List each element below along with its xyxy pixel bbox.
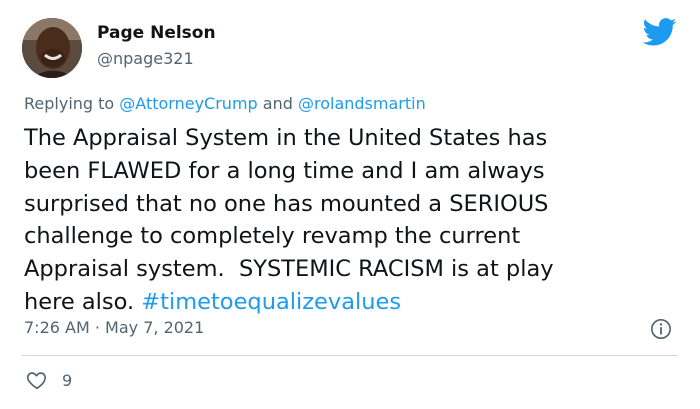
author-display-name[interactable]: Page Nelson — [97, 23, 216, 43]
info-icon[interactable] — [650, 318, 672, 340]
tweet-time: 7:26 AM — [24, 318, 90, 337]
like-count: 9 — [62, 371, 73, 390]
tweet-line: Appraisal system. SYSTEMIC RACISM is at … — [24, 256, 554, 283]
author-handle[interactable]: @npage321 — [97, 49, 194, 68]
tweet-text: The Appraisal System in the United State… — [24, 122, 684, 319]
avatar[interactable] — [22, 18, 82, 78]
tweet-line-last: here also. #timetoequalizevalues — [24, 286, 684, 319]
reply-context: Replying to @AttorneyCrump and @rolandsm… — [24, 94, 426, 113]
divider — [22, 355, 678, 356]
tweet-line: The Appraisal System in the United State… — [24, 125, 548, 151]
user-avatar-photo — [22, 18, 82, 78]
tweet-line: surprised that no one has mounted a SERI… — [24, 190, 549, 217]
tweet-timestamp[interactable]: 7:26 AM · May 7, 2021 — [24, 318, 204, 337]
tweet-card: Page Nelson @npage321 Replying to @Attor… — [0, 0, 700, 409]
reply-prefix: Replying to — [24, 94, 115, 113]
reply-joiner: and — [262, 94, 293, 113]
mention-attorneycrump[interactable]: @AttorneyCrump — [119, 94, 257, 113]
twitter-bird-icon[interactable] — [643, 18, 677, 46]
tweet-line: challenge to completely revamp the curre… — [24, 223, 521, 250]
hashtag-link[interactable]: #timetoequalizevalues — [141, 289, 401, 315]
meta-separator: · — [94, 318, 100, 337]
tweet-last-line-text: here also. — [24, 288, 142, 315]
heart-icon[interactable] — [26, 369, 48, 391]
tweet-line: been FLAWED for a long time and I am alw… — [24, 157, 545, 184]
mention-rolandsmartin[interactable]: @rolandsmartin — [298, 94, 426, 113]
tweet-date: May 7, 2021 — [105, 318, 205, 337]
